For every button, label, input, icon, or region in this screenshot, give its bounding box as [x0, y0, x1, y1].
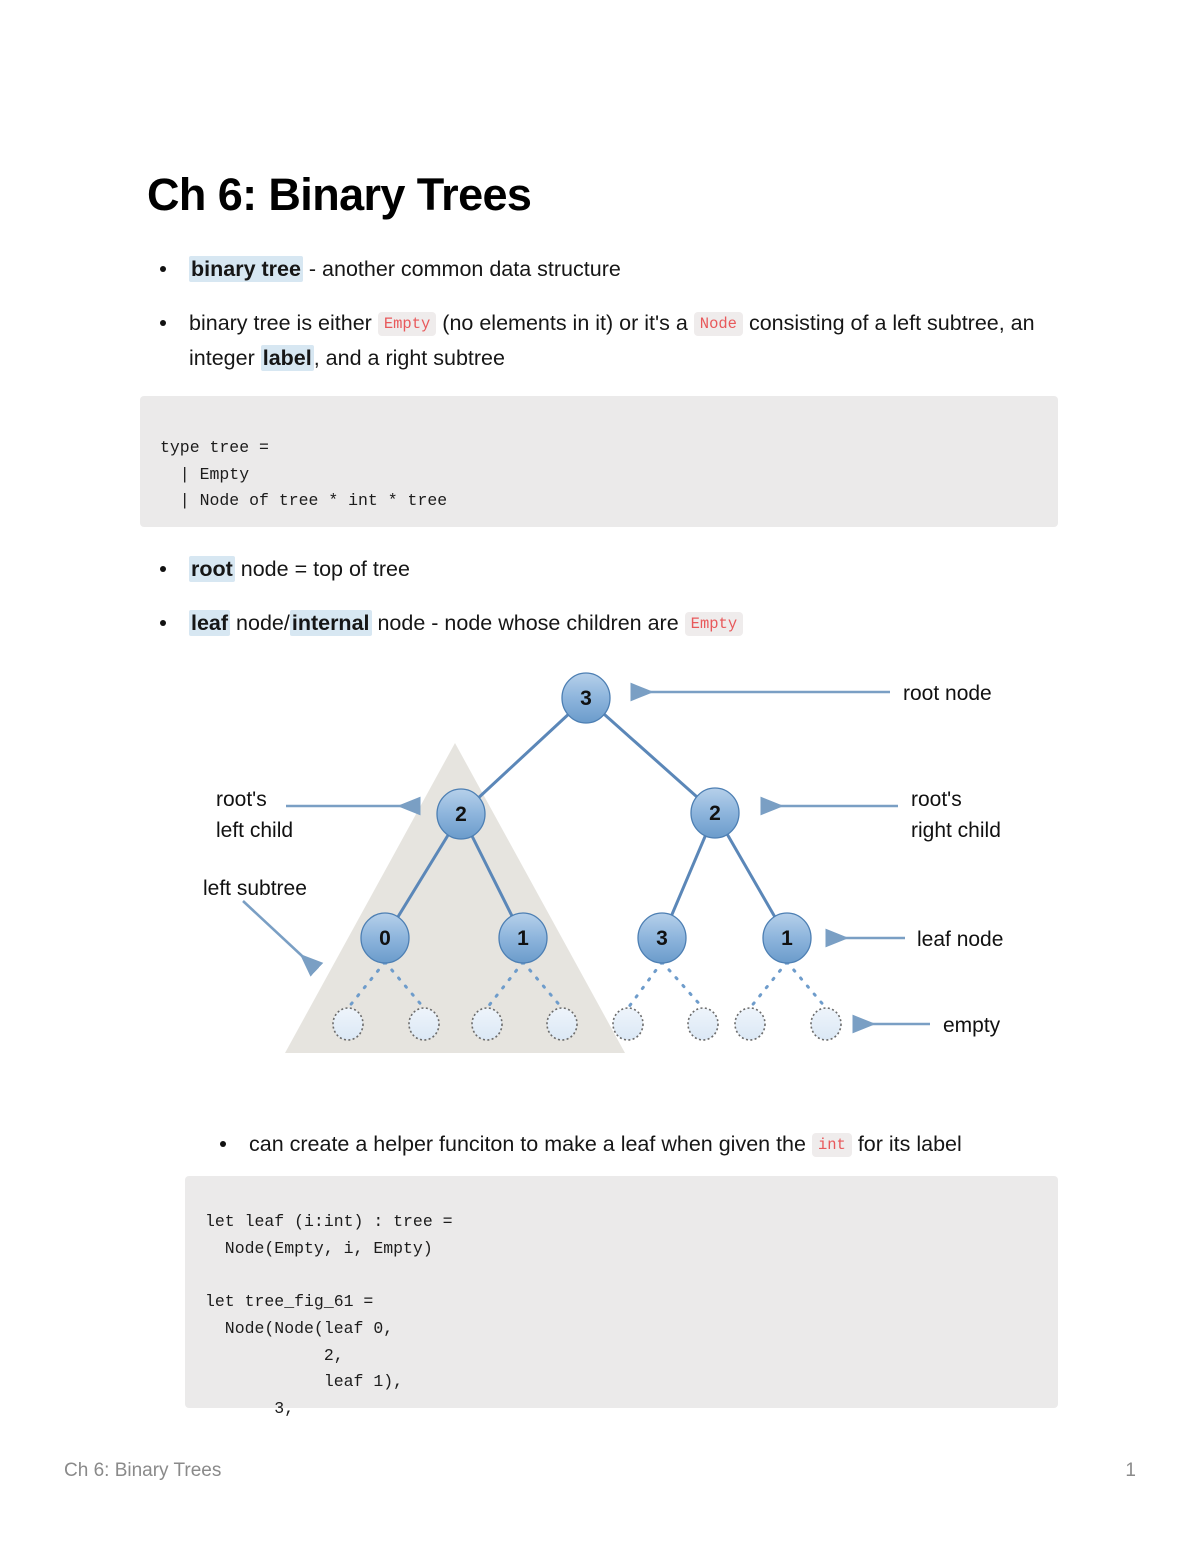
bullet-text: for its label	[851, 1132, 962, 1156]
page: Ch 6: Binary Trees binary tree - another…	[0, 0, 1200, 1553]
highlighted-term: internal	[289, 609, 372, 636]
bullet-leaf-internal-def: leaf node/internal node - node whose chi…	[147, 606, 1062, 641]
tree-node-label: 2	[709, 802, 721, 825]
code-text: type tree = | Empty | Node of tree * int…	[160, 438, 448, 511]
empty-node	[408, 1007, 440, 1041]
empty-node	[734, 1007, 766, 1041]
tree-node: 3	[561, 672, 611, 724]
bullet-marker-icon	[220, 1141, 226, 1148]
inline-code-int: int	[811, 1133, 852, 1157]
bullet-text: (no elements in it) or it's a	[436, 310, 694, 335]
page-title: Ch 6: Binary Trees	[147, 169, 532, 221]
bullet-text: can create a helper funciton to make a l…	[249, 1132, 812, 1156]
tree-node-label: 1	[781, 927, 793, 950]
bullet-marker-icon	[160, 566, 166, 573]
code-block-leaf-helper: let leaf (i:int) : tree = Node(Empty, i,…	[185, 1176, 1058, 1418]
bullet-text: node = top of tree	[234, 557, 410, 581]
inline-code-node: Node	[693, 311, 743, 336]
tree-node: 3	[637, 912, 687, 964]
bullet-binary-tree-def: binary tree - another common data struct…	[147, 252, 1062, 287]
tree-node: 1	[762, 912, 812, 964]
page-footer: Ch 6: Binary Trees 1	[64, 1460, 1136, 1482]
tree-node: 2	[436, 788, 486, 840]
empty-node	[687, 1007, 719, 1041]
tree-node-label: 1	[517, 927, 529, 950]
empty-node	[546, 1007, 578, 1041]
bullet-text: , and a right subtree	[313, 345, 505, 370]
tree-node: 2	[690, 787, 740, 839]
annotation-leaf-node: leaf node	[917, 928, 1003, 951]
highlighted-term: leaf	[189, 609, 231, 636]
binary-tree-diagram: 3 2 2 0 1 3 1 root node root's right child root's…	[140, 657, 1060, 1082]
bullet-text: binary tree is either	[189, 310, 378, 335]
bullet-marker-icon	[160, 266, 166, 273]
empty-node	[471, 1007, 503, 1041]
highlighted-term: binary tree	[189, 256, 303, 282]
bullet-marker-icon	[160, 620, 166, 627]
inline-code-empty: Empty	[684, 611, 744, 636]
annotation-empty: empty	[943, 1014, 1001, 1037]
bullet-marker-icon	[160, 320, 166, 327]
bullet-list-top: binary tree - another common data struct…	[147, 252, 1062, 394]
footer-page-number: 1	[1125, 1460, 1136, 1481]
tree-node-label: 2	[455, 803, 467, 826]
empty-node	[810, 1007, 842, 1041]
highlighted-term: root	[189, 556, 235, 582]
annotation-roots-right-child: root's right child	[911, 788, 1001, 842]
bullet-text: - another common data structure	[302, 257, 621, 281]
bullet-list-middle: root node = top of tree leaf node/interna…	[147, 552, 1062, 660]
tree-node-label: 3	[656, 927, 668, 950]
highlighted-term: label	[260, 344, 314, 371]
tree-node: 1	[498, 912, 548, 964]
bullet-root-node-def: root node = top of tree	[147, 552, 1062, 587]
annotation-root-node: root node	[903, 682, 992, 705]
code-text: let leaf (i:int) : tree = Node(Empty, i,…	[205, 1212, 453, 1419]
tree-node-label: 0	[379, 927, 391, 950]
bullet-text: node - node whose children are	[371, 610, 685, 635]
bullet-text: node/	[230, 610, 290, 635]
empty-node	[332, 1007, 364, 1041]
inline-code-empty: Empty	[377, 311, 437, 336]
empty-node	[612, 1007, 644, 1041]
bullet-list-bottom: can create a helper funciton to make a l…	[207, 1127, 1067, 1181]
annotation-roots-left-child: root's left child	[216, 788, 293, 842]
code-block-type-tree: type tree = | Empty | Node of tree * int…	[140, 396, 1058, 527]
annotation-left-subtree: left subtree	[203, 877, 307, 900]
bullet-helper-function: can create a helper funciton to make a l…	[207, 1127, 1067, 1162]
bullet-binary-tree-either: binary tree is either Empty (no elements…	[147, 306, 1062, 376]
footer-title: Ch 6: Binary Trees	[64, 1460, 222, 1481]
tree-node-label: 3	[580, 687, 592, 710]
tree-node: 0	[360, 912, 410, 964]
